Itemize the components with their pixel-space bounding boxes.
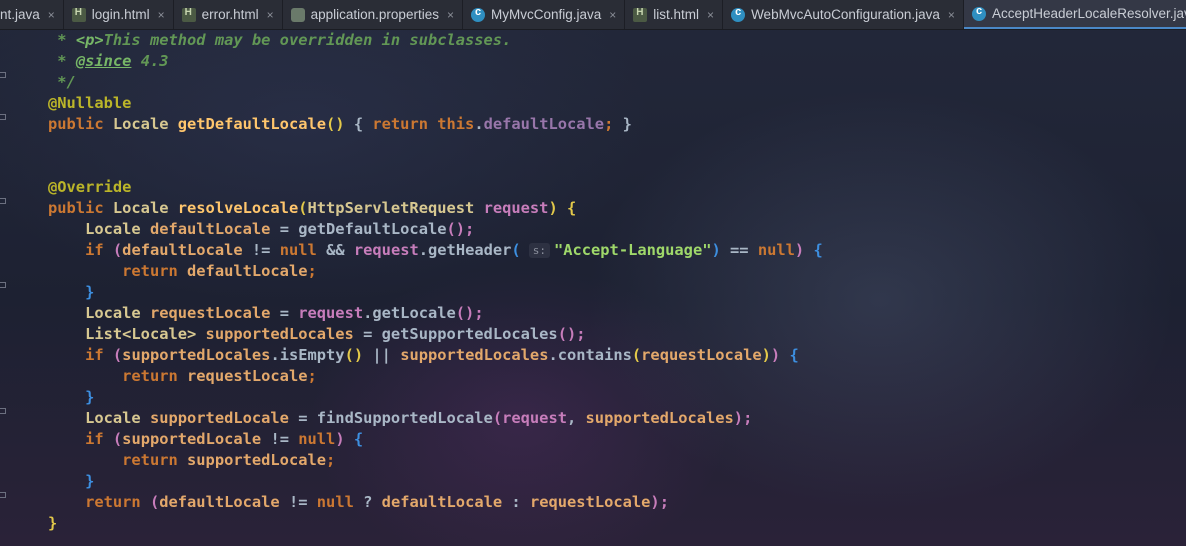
properties-file-icon (290, 7, 305, 22)
code-line: } (85, 472, 95, 490)
editor-tab[interactable]: AcceptHeaderLocaleResolver.java (963, 0, 1186, 29)
close-tab-icon[interactable]: × (158, 8, 165, 22)
editor-tab[interactable]: WebMvcAutoConfiguration.java × (723, 0, 964, 29)
code-line: public Locale getDefaultLocale() { retur… (48, 115, 632, 133)
code-line: public Locale resolveLocale(HttpServletR… (48, 199, 577, 217)
fold-marker[interactable] (0, 72, 6, 78)
code-line: return requestLocale; (122, 367, 317, 385)
html-file-icon (633, 7, 648, 22)
code-line: if (defaultLocale != null && request.get… (85, 241, 823, 259)
close-tab-icon[interactable]: × (707, 8, 714, 22)
editor-tab[interactable]: MyMvcConfig.java × (463, 0, 626, 29)
code-line: Locale supportedLocale = findSupportedLo… (85, 409, 753, 427)
close-tab-icon[interactable]: × (267, 8, 274, 22)
editor-tab-label: error.html (201, 7, 259, 22)
editor-tab[interactable]: login.html × (64, 0, 174, 29)
editor-tab[interactable]: list.html × (625, 0, 724, 29)
code-editor[interactable]: * <p>This method may be overridden in su… (48, 30, 823, 534)
code-line: } (85, 388, 95, 406)
editor-gutter (0, 30, 10, 546)
code-line: @Nullable (48, 94, 132, 112)
code-line: } (85, 283, 95, 301)
fold-marker[interactable] (0, 114, 6, 120)
code-line: return (defaultLocale != null ? defaultL… (85, 493, 669, 511)
editor-tab-label: list.html (653, 7, 700, 22)
code-line: Locale requestLocale = request.getLocale… (85, 304, 484, 322)
close-tab-icon[interactable]: × (48, 8, 55, 22)
code-line: * @since 4.3 (48, 52, 169, 70)
editor-tab-label: nt.java (0, 7, 40, 22)
editor-tab-label: WebMvcAutoConfiguration.java (751, 7, 940, 22)
close-tab-icon[interactable]: × (609, 8, 616, 22)
code-line: * <p>This method may be overridden in su… (48, 31, 512, 49)
code-line: @Override (48, 178, 132, 196)
editor-tab-label: AcceptHeaderLocaleResolver.java (991, 6, 1186, 21)
close-tab-icon[interactable]: × (948, 8, 955, 22)
fold-marker[interactable] (0, 492, 6, 498)
editor-tab-label: login.html (91, 7, 150, 22)
code-line: } (48, 514, 58, 532)
code-line: Locale defaultLocale = getDefaultLocale(… (85, 220, 475, 238)
fold-marker[interactable] (0, 198, 6, 204)
editor-tab[interactable]: nt.java × (0, 0, 64, 29)
code-line: */ (48, 73, 76, 91)
code-line: List<Locale> supportedLocales = getSuppo… (85, 325, 586, 343)
code-line: return supportedLocale; (122, 451, 336, 469)
close-tab-icon[interactable]: × (447, 8, 454, 22)
code-line: return defaultLocale; (122, 262, 317, 280)
fold-marker[interactable] (0, 408, 6, 414)
html-file-icon (71, 7, 86, 22)
class-file-icon (470, 6, 485, 22)
code-line: if (supportedLocales.isEmpty() || suppor… (85, 346, 799, 364)
class-file-icon (731, 6, 746, 22)
fold-marker[interactable] (0, 282, 6, 288)
parameter-hint: s: (528, 243, 550, 258)
class-file-icon (971, 5, 986, 21)
code-line: if (supportedLocale != null) { (85, 430, 364, 448)
editor-tab-label: MyMvcConfig.java (490, 7, 602, 22)
editor-tab[interactable]: application.properties × (283, 0, 463, 29)
html-file-icon (181, 7, 196, 22)
editor-tab[interactable]: error.html × (174, 0, 283, 29)
editor-tab-bar: nt.java×login.html×error.html×applicatio… (0, 0, 1186, 30)
editor-tab-label: application.properties (310, 7, 439, 22)
